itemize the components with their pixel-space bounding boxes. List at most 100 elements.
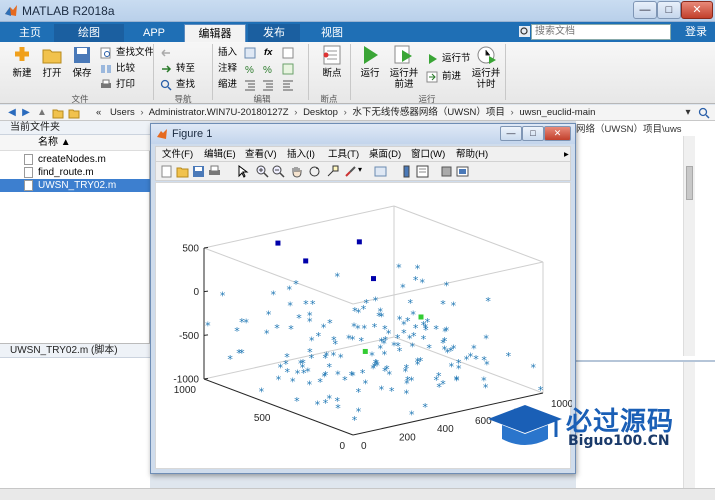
- menu-file[interactable]: 文件(F): [162, 148, 193, 162]
- file-item[interactable]: find_route.m: [0, 166, 150, 179]
- path-dropdown-icon[interactable]: ▾: [682, 107, 694, 119]
- m-file-icon: [24, 154, 33, 165]
- scrollbar-thumb[interactable]: [686, 166, 693, 200]
- breadcrumb-admin[interactable]: Administrator.WIN7U-20180127Z: [149, 107, 289, 118]
- find-button[interactable]: 查找: [160, 78, 195, 92]
- figure-close-button[interactable]: ✕: [544, 126, 571, 141]
- save-figure-icon[interactable]: [192, 165, 205, 178]
- sensor-node-marker: *: [411, 330, 417, 343]
- sensor-node-marker: *: [413, 274, 419, 287]
- folder-icon[interactable]: [68, 107, 80, 119]
- menu-tools[interactable]: 工具(T): [328, 148, 359, 162]
- fx-button[interactable]: fx: [262, 46, 278, 60]
- forward-icon[interactable]: ▶: [20, 107, 32, 119]
- new-figure-icon[interactable]: [160, 165, 173, 178]
- open-file-icon[interactable]: [176, 165, 189, 178]
- sensor-node-marker: *: [271, 289, 277, 302]
- sensor-node-marker: *: [451, 300, 457, 313]
- breadcrumb-folder[interactable]: uwsn_euclid-main: [519, 107, 595, 118]
- search-folder-icon[interactable]: [698, 107, 710, 119]
- legend-icon[interactable]: [416, 165, 429, 178]
- goto-button[interactable]: 转至: [160, 62, 195, 76]
- menu-window[interactable]: 窗口(W): [411, 148, 445, 162]
- colorbar-icon[interactable]: [400, 165, 413, 178]
- hide-tools-icon[interactable]: [440, 165, 453, 178]
- menu-desktop[interactable]: 桌面(D): [369, 148, 401, 162]
- insert-button[interactable]: 插入: [218, 46, 237, 60]
- sensor-node-marker: *: [440, 378, 446, 391]
- compare-button[interactable]: 比较: [100, 62, 135, 76]
- tab-editor[interactable]: 编辑器: [184, 24, 246, 42]
- menu-view[interactable]: 查看(V): [245, 148, 277, 162]
- axes-box-edge: [203, 205, 395, 249]
- tab-apps[interactable]: APP: [126, 24, 182, 42]
- wrap-comment-button[interactable]: [282, 62, 298, 76]
- sensor-node-marker: *: [287, 283, 293, 296]
- run-advance-button[interactable]: 运行并 前进: [384, 44, 424, 90]
- breadcrumb-desktop[interactable]: Desktop: [303, 107, 338, 118]
- indent-button[interactable]: 缩进: [218, 78, 237, 92]
- print-figure-icon[interactable]: [208, 165, 221, 178]
- breakpoints-button[interactable]: 断点: [312, 44, 352, 79]
- link-plot-icon[interactable]: [374, 165, 387, 178]
- minimize-button[interactable]: —: [633, 1, 657, 19]
- menu-dock-arrow-icon[interactable]: ▸: [564, 148, 569, 162]
- run-section-button[interactable]: 运行节: [426, 52, 471, 66]
- maximize-button[interactable]: □: [657, 1, 681, 19]
- nav-arrows-button[interactable]: [160, 46, 176, 60]
- tab-plots[interactable]: 绘图: [54, 24, 124, 42]
- sensor-node-marker: *: [243, 317, 249, 330]
- breadcrumb-users[interactable]: Users: [110, 107, 135, 118]
- breadcrumb[interactable]: « Users › Administrator.WIN7U-20180127Z …: [96, 106, 595, 120]
- search-icon: [160, 79, 172, 91]
- uncomment-button[interactable]: %: [262, 62, 278, 76]
- tab-publish[interactable]: 发布: [248, 24, 300, 42]
- sensor-node-marker: *: [326, 392, 332, 405]
- file-item[interactable]: createNodes.m: [0, 153, 150, 166]
- search-input[interactable]: 搜索文档: [531, 24, 671, 40]
- save-button[interactable]: 保存: [62, 44, 102, 79]
- editor-scrollbar[interactable]: [683, 136, 695, 356]
- advance-button[interactable]: 前进: [426, 70, 461, 84]
- brush-dropdown-icon[interactable]: ▾: [358, 165, 362, 174]
- name-column-header[interactable]: 名称 ▲: [0, 135, 150, 151]
- back-icon[interactable]: ◀: [6, 107, 18, 119]
- rotate-3d-icon[interactable]: [308, 165, 321, 178]
- pointer-icon[interactable]: [236, 165, 249, 178]
- signin-button[interactable]: 登录: [679, 23, 713, 41]
- decrease-indent-button[interactable]: [282, 78, 298, 92]
- figure-maximize-button[interactable]: □: [522, 126, 544, 141]
- print-button[interactable]: 打印: [100, 78, 135, 92]
- menu-edit[interactable]: 编辑(E): [204, 148, 236, 162]
- pan-hand-icon[interactable]: [290, 165, 303, 178]
- zoom-out-icon[interactable]: [272, 165, 285, 178]
- sensor-node-marker: *: [382, 365, 388, 378]
- insert-function-button[interactable]: [282, 46, 298, 60]
- comment-button[interactable]: 注释: [218, 62, 237, 76]
- toolbar-icons-search-icon[interactable]: [519, 26, 530, 37]
- file-item-selected[interactable]: UWSN_TRY02.m: [0, 179, 150, 192]
- menu-insert[interactable]: 插入(I): [287, 148, 315, 162]
- up-folder-icon[interactable]: ▲: [36, 107, 48, 119]
- find-files-button[interactable]: 查找文件: [100, 46, 154, 60]
- sensor-node-marker: *: [415, 262, 421, 275]
- comment-icons[interactable]: %: [244, 62, 260, 76]
- insert-section-button[interactable]: [244, 46, 260, 60]
- sensor-node-marker: *: [290, 375, 296, 388]
- smart-indent-button[interactable]: [244, 78, 260, 92]
- browse-folder-icon[interactable]: [52, 107, 64, 119]
- data-cursor-icon[interactable]: [326, 165, 339, 178]
- show-tools-icon[interactable]: [456, 165, 469, 178]
- close-button[interactable]: ✕: [681, 1, 713, 19]
- tab-home[interactable]: 主页: [8, 24, 52, 42]
- sensor-node-marker: *: [449, 360, 455, 373]
- breadcrumb-project[interactable]: 水下无线传感器网络（UWSN）项目: [352, 107, 505, 118]
- increase-indent-button[interactable]: [262, 78, 278, 92]
- details-title: UWSN_TRY02.m (脚本): [0, 344, 150, 358]
- menu-help[interactable]: 帮助(H): [456, 148, 488, 162]
- brush-icon[interactable]: [344, 165, 357, 178]
- run-time-button[interactable]: 运行并 计时: [466, 44, 506, 90]
- tab-view[interactable]: 视图: [302, 24, 362, 42]
- figure-minimize-button[interactable]: —: [500, 126, 522, 141]
- zoom-in-icon[interactable]: [256, 165, 269, 178]
